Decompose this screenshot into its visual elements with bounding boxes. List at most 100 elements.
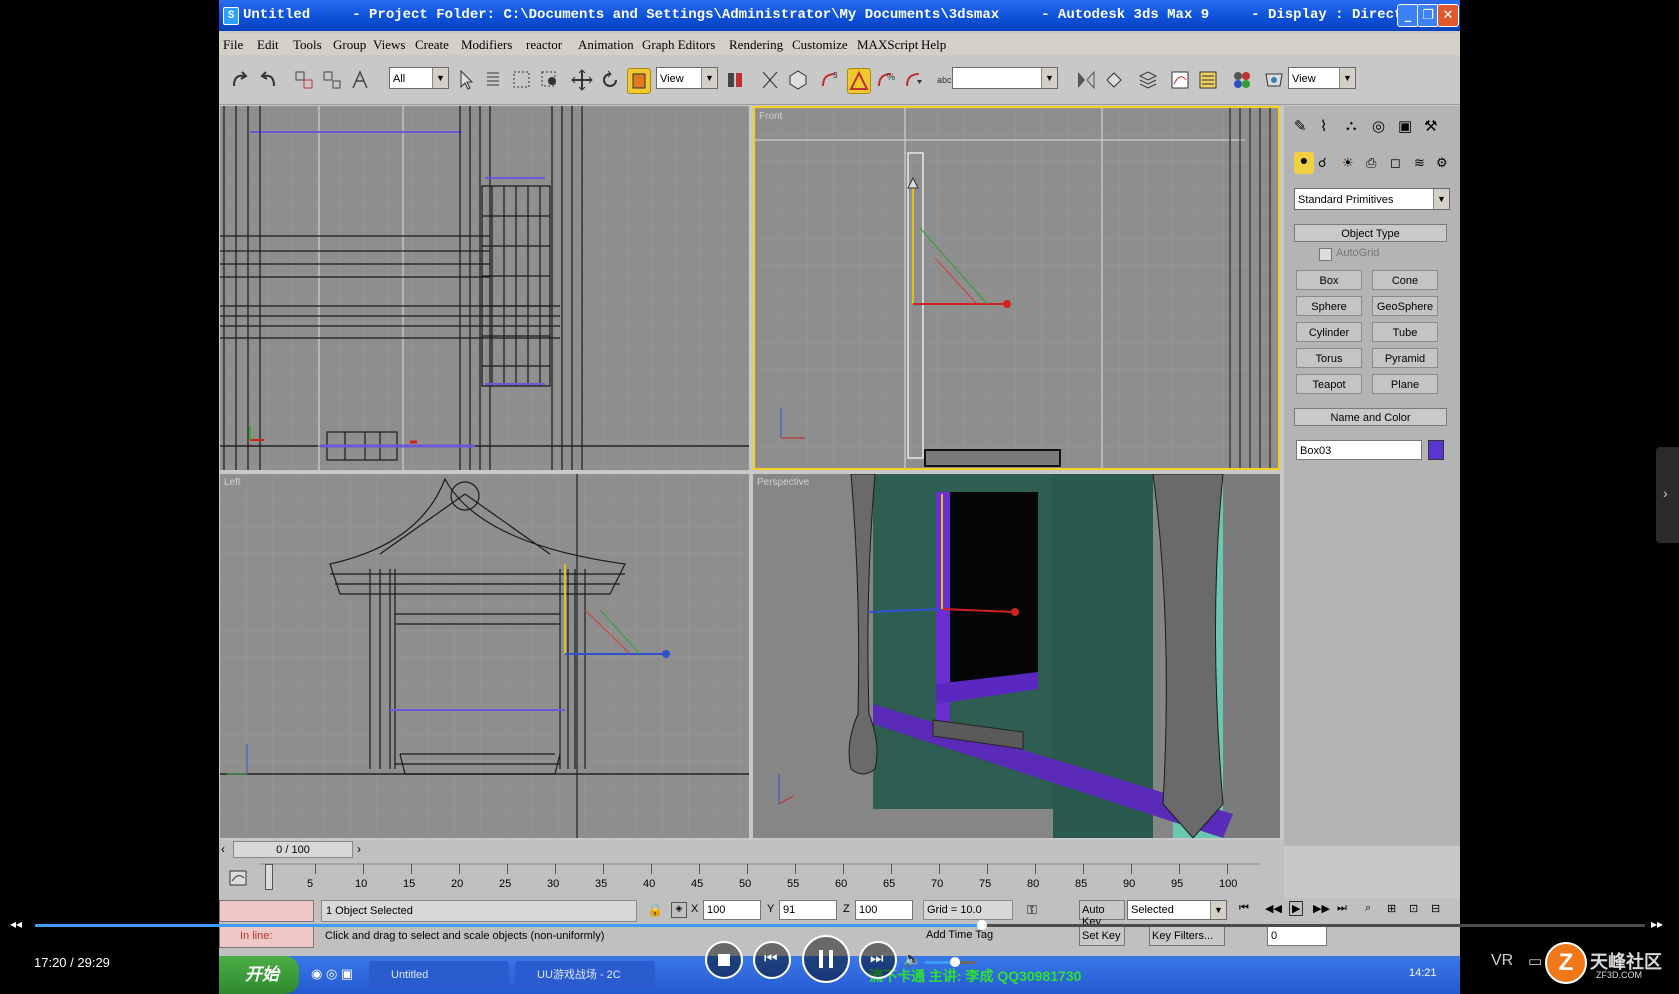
key-filters-button[interactable]: Key Filters... (1149, 926, 1225, 946)
menu-file[interactable]: File (223, 37, 243, 53)
object-color-swatch[interactable] (1428, 440, 1444, 460)
zoom-icon[interactable]: ⌕ (1365, 902, 1371, 915)
menu-customize[interactable]: Customize (792, 37, 848, 53)
current-frame-field[interactable]: 0 (1267, 926, 1327, 946)
window-crossing-icon[interactable] (539, 68, 561, 92)
menu-group[interactable]: Group (333, 37, 366, 53)
curve-editor-icon[interactable] (1169, 68, 1191, 92)
set-key-button[interactable]: Set Key (1079, 926, 1125, 946)
add-time-tag[interactable]: Add Time Tag (923, 926, 1013, 946)
zoom-all-icon[interactable]: ⊞ (1387, 902, 1396, 915)
render-scene-icon[interactable] (1263, 68, 1285, 92)
screen-icon[interactable]: ▭ (1528, 952, 1542, 970)
menu-modifiers[interactable]: Modifiers (461, 37, 512, 53)
go-to-end-icon[interactable]: ⏭ (1337, 902, 1347, 915)
current-time-marker[interactable] (265, 864, 273, 890)
percent-snap-icon[interactable]: % (875, 68, 897, 92)
selection-filter-dropdown[interactable]: All ▼ (389, 67, 449, 89)
lights-icon[interactable]: ☀ (1342, 155, 1354, 171)
motion-tab-icon[interactable]: ◎ (1372, 117, 1385, 135)
go-to-start-icon[interactable]: ⏮ (1239, 902, 1249, 915)
auto-key-button[interactable]: Auto Key (1079, 900, 1125, 928)
create-tab-icon[interactable]: ✎ (1294, 117, 1307, 135)
mini-curve-editor-icon[interactable] (229, 868, 247, 888)
space-warps-icon[interactable]: ≋ (1414, 155, 1425, 171)
snaps-toggle-icon[interactable]: 3 (819, 68, 841, 92)
tube-button[interactable]: Tube (1372, 322, 1438, 342)
side-panel-toggle[interactable]: › (1656, 447, 1679, 543)
pause-button[interactable] (802, 935, 850, 983)
hierarchy-tab-icon[interactable]: ⛬ (1346, 117, 1357, 134)
time-slider[interactable]: ‹ 0 / 100 › (219, 840, 1284, 860)
video-progress-knob[interactable] (976, 920, 987, 930)
taskbar-item-game[interactable]: UU游戏战场 - 2C (515, 961, 655, 989)
volume-icon[interactable]: 🔈 (903, 950, 922, 968)
cone-button[interactable]: Cone (1372, 270, 1438, 290)
quick-launch-icon[interactable]: ◉ ◎ ▣ (311, 966, 353, 982)
next-button[interactable]: ⏭ (859, 941, 897, 979)
volume-slider[interactable] (925, 957, 975, 967)
menu-help[interactable]: Help (921, 37, 946, 53)
modify-tab-icon[interactable]: ⌇ (1320, 117, 1327, 135)
lock-icon[interactable]: 🔒 (647, 902, 663, 918)
schematic-view-icon[interactable] (1197, 68, 1219, 92)
menu-views[interactable]: Views (373, 37, 405, 53)
cameras-icon[interactable]: ⎙ (1366, 155, 1376, 171)
autogrid-checkbox[interactable] (1319, 248, 1332, 261)
vr-button[interactable]: VR (1491, 952, 1513, 970)
unlink-icon[interactable] (321, 68, 343, 92)
systems-icon[interactable]: ⚙ (1436, 155, 1448, 171)
volume-knob[interactable] (950, 957, 960, 967)
cylinder-button[interactable]: Cylinder (1296, 322, 1362, 342)
menu-rendering[interactable]: Rendering (729, 37, 783, 53)
zoom-extents-all-icon[interactable]: ⊟ (1431, 902, 1440, 915)
time-slider-right-arrow[interactable]: › (357, 842, 361, 856)
menu-reactor[interactable]: reactor (526, 37, 562, 53)
menu-tools[interactable]: Tools (293, 37, 322, 53)
seek-back-icon[interactable]: ◂◂ (10, 917, 22, 931)
menu-maxscript[interactable]: MAXScript (857, 37, 918, 53)
zoom-extents-icon[interactable]: ⊡ (1409, 902, 1418, 915)
pivot-center-icon[interactable] (724, 68, 746, 92)
keyboard-shortcut-override-icon[interactable] (787, 68, 809, 92)
restore-button[interactable]: ❐ (1417, 4, 1439, 27)
undo-icon[interactable] (229, 68, 251, 92)
menu-edit[interactable]: Edit (257, 37, 279, 53)
geosphere-button[interactable]: GeoSphere (1372, 296, 1438, 316)
utilities-tab-icon[interactable]: ⚒ (1424, 117, 1437, 135)
reference-coordinate-dropdown[interactable]: View ▼ (656, 67, 718, 89)
time-slider-left-arrow[interactable]: ‹ (221, 842, 225, 856)
sphere-button[interactable]: Sphere (1296, 296, 1362, 316)
y-coordinate-field[interactable]: 91 (779, 900, 837, 920)
name-and-color-rollout[interactable]: Name and Color (1294, 408, 1447, 426)
close-button[interactable]: ✕ (1437, 4, 1459, 27)
video-progress-bar[interactable] (35, 920, 1645, 930)
primitive-category-dropdown[interactable]: Standard Primitives ▼ (1294, 188, 1450, 210)
maxscript-listener[interactable] (219, 900, 314, 922)
seek-forward-icon[interactable]: ▸▸ (1651, 917, 1663, 931)
previous-button[interactable]: ⏮ (753, 941, 791, 979)
box-button[interactable]: Box (1296, 270, 1362, 290)
previous-frame-icon[interactable]: ◀◀ (1265, 902, 1282, 915)
maxscript-mini-listener[interactable]: In line: (219, 926, 314, 948)
viewport-top[interactable] (220, 106, 749, 470)
layer-manager-icon[interactable] (1137, 68, 1159, 92)
torus-button[interactable]: Torus (1296, 348, 1362, 368)
minimize-button[interactable]: _ (1397, 4, 1419, 27)
time-slider-thumb[interactable]: 0 / 100 (233, 841, 353, 858)
absolute-mode-icon[interactable]: ◈ (671, 902, 687, 918)
select-object-icon[interactable] (455, 68, 477, 92)
next-frame-icon[interactable]: ▶▶ (1313, 902, 1330, 915)
rotate-icon[interactable] (599, 68, 621, 92)
menu-graph-editors[interactable]: Graph Editors (642, 37, 715, 53)
render-type-dropdown[interactable]: View ▼ (1288, 67, 1356, 89)
viewport-perspective[interactable]: Perspective (753, 474, 1280, 838)
redo-icon[interactable] (257, 68, 279, 92)
track-bar[interactable]: 5 10 15 20 25 30 35 40 45 50 55 60 65 70 75 80 85 90 95 100 (219, 860, 1284, 898)
select-manipulate-icon[interactable] (759, 68, 781, 92)
rectangular-selection-icon[interactable] (511, 68, 533, 92)
key-mode-dropdown[interactable]: Selected ▼ (1127, 900, 1227, 920)
named-selection-dropdown[interactable]: ▼ (952, 67, 1058, 89)
align-icon[interactable] (1103, 68, 1125, 92)
material-editor-icon[interactable] (1231, 68, 1253, 92)
